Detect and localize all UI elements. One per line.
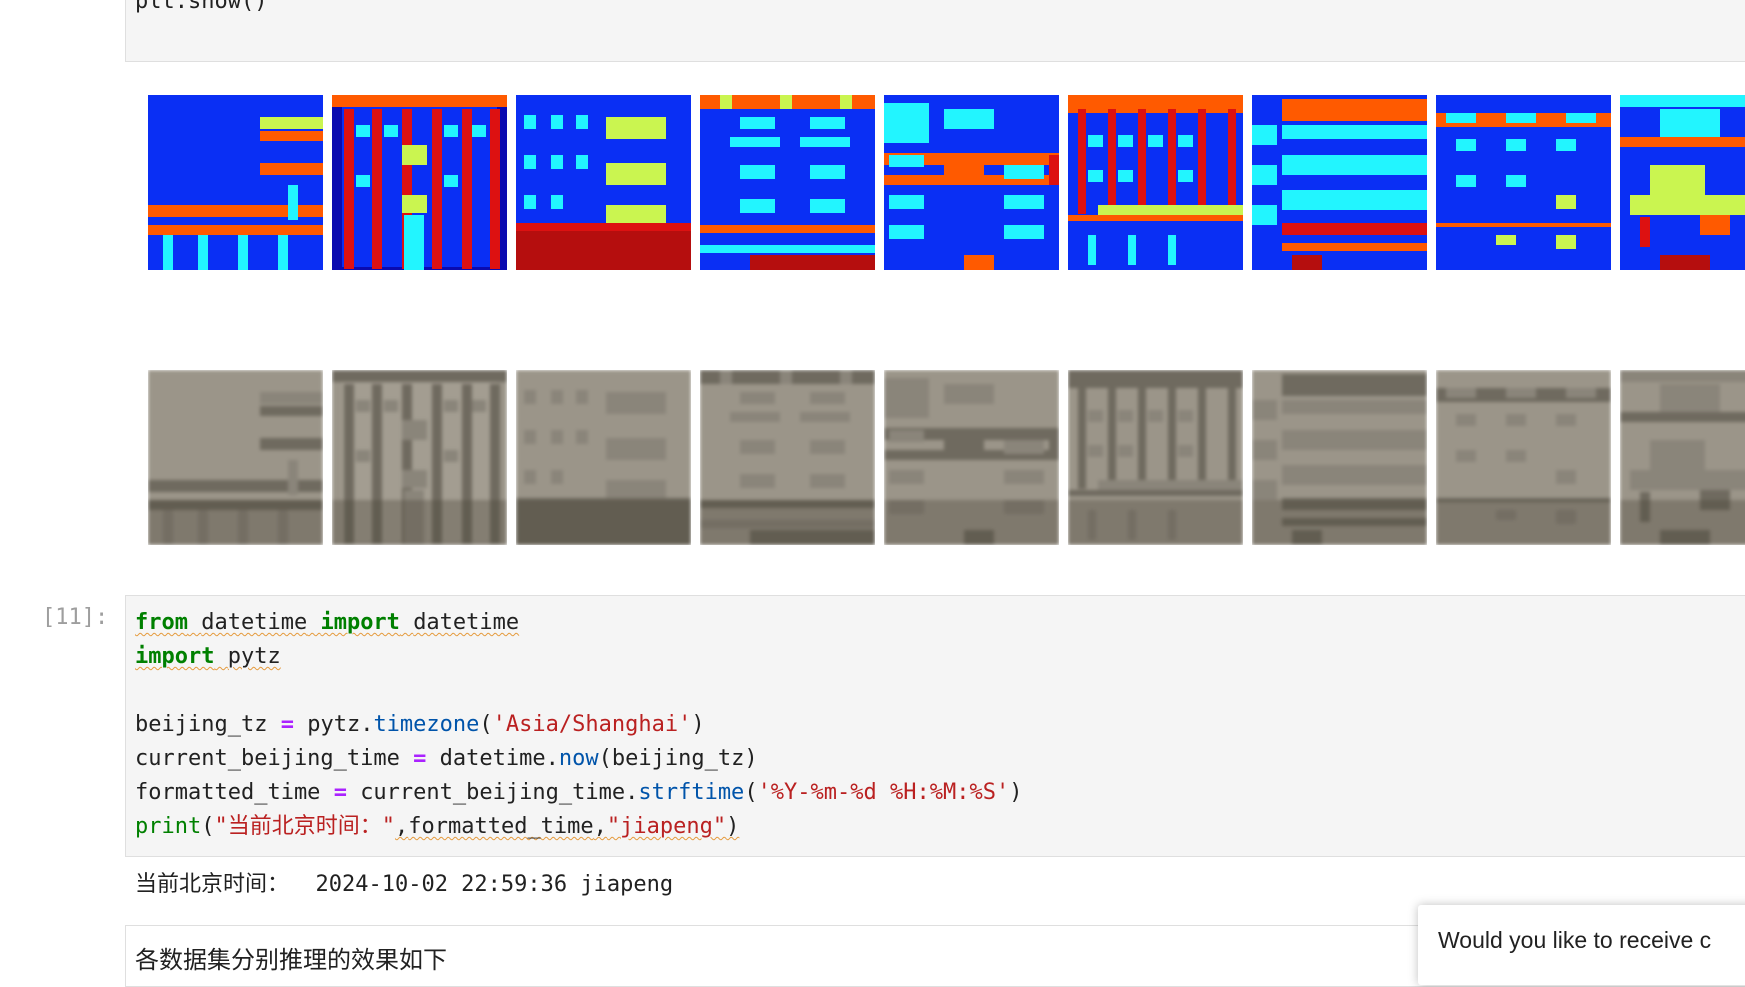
segmentation-tile [884, 95, 1059, 270]
segmentation-tile [1252, 95, 1427, 270]
previous-code-cell[interactable]: plt.show() [125, 0, 1745, 62]
code-editor[interactable]: from datetime import datetime import pyt… [135, 606, 1022, 844]
code-line-4: beijing_tz = pytz.timezone('Asia/Shangha… [135, 712, 705, 737]
generated-photo-tile [1068, 370, 1243, 545]
generated-photo-tile [1620, 370, 1745, 545]
segmentation-tile [700, 95, 875, 270]
notification-popup[interactable]: Would you like to receive c [1418, 905, 1745, 985]
generated-photo-tile [700, 370, 875, 545]
code-line-7: print("当前北京时间：",formatted_time,"jiapeng"… [135, 814, 740, 839]
code-line-1: from datetime import datetime [135, 610, 520, 635]
generated-photo-tile [1252, 370, 1427, 545]
generated-photo-tile [516, 370, 691, 545]
generated-photo-tile [148, 370, 323, 545]
cell-prompt: [11]: [42, 605, 109, 630]
code-line-6: formatted_time = current_beijing_time.st… [135, 780, 1023, 805]
segmentation-tile [332, 95, 507, 270]
generated-photo-tile [332, 370, 507, 545]
code-line-2: import pytz [135, 644, 281, 669]
segmentation-tile [148, 95, 323, 270]
segmentation-tile [1436, 95, 1611, 270]
notification-text: Would you like to receive c [1438, 927, 1712, 953]
segmentation-tile [1068, 95, 1243, 270]
generated-photo-tile [1436, 370, 1611, 545]
generated-photo-row [148, 370, 1745, 545]
segmentation-tile [1620, 95, 1745, 270]
code-line: plt.show() [135, 0, 268, 14]
cell-output: 当前北京时间： 2024-10-02 22:59:36 jiapeng [135, 872, 674, 897]
segmentation-tile [516, 95, 691, 270]
code-line-5: current_beijing_time = datetime.now(beij… [135, 746, 758, 771]
code-cell-input[interactable]: from datetime import datetime import pyt… [125, 595, 1745, 857]
segmentation-image-row [148, 95, 1745, 270]
generated-photo-tile [884, 370, 1059, 545]
